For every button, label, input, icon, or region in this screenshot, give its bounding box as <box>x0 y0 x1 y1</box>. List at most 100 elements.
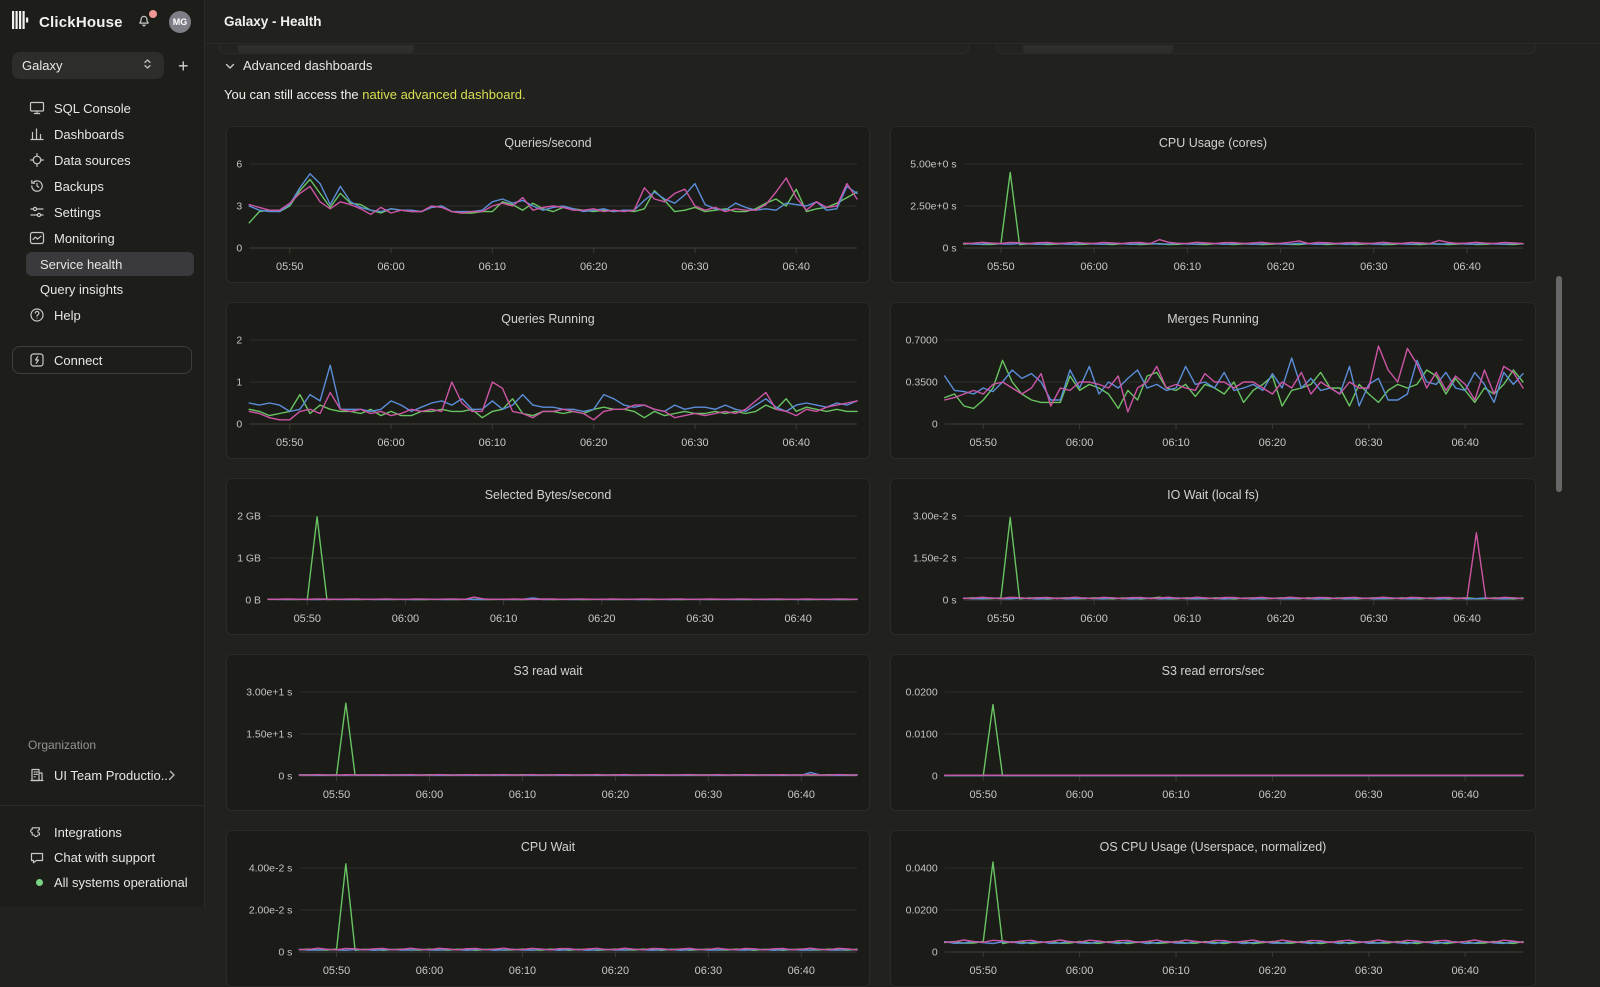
sidebar-item-sql-console[interactable]: SQL Console <box>0 95 204 121</box>
y-tick-label: 0.0200 <box>906 687 938 698</box>
x-tick-label: 06:10 <box>509 789 536 801</box>
x-tick-label: 06:30 <box>1360 613 1387 625</box>
y-tick-label: 2 <box>236 335 242 346</box>
avatar[interactable]: MG <box>169 11 191 33</box>
chart-card-cpu-usage-cores: CPU Usage (cores)0 s2.50e+0 s5.00e+0 s05… <box>890 126 1536 283</box>
series-line-magenta <box>299 775 857 776</box>
sidebar-item-label: Query insights <box>40 282 123 297</box>
data-source-icon <box>29 152 45 168</box>
native-advanced-dashboard-link[interactable]: native advanced dashboard. <box>362 87 525 102</box>
x-tick-label: 06:10 <box>479 261 506 273</box>
chart-plot-io-wait-local-fs[interactable]: IO Wait (local fs)0 s1.50e-2 s3.00e-2 s0… <box>891 479 1535 635</box>
chart-title: CPU Wait <box>521 840 576 854</box>
chart-card-queries-second: Queries/second03605:5006:0006:1006:2006:… <box>226 126 870 283</box>
chart-card-s3-read-wait: S3 read wait0 s1.50e+1 s3.00e+1 s05:5006… <box>226 654 870 811</box>
x-tick-label: 06:20 <box>602 965 629 977</box>
x-tick-label: 06:00 <box>1066 437 1093 449</box>
x-tick-label: 06:00 <box>392 613 419 625</box>
chart-plot-os-cpu-usage-userspace-normalized[interactable]: OS CPU Usage (Userspace, normalized)00.0… <box>891 831 1535 987</box>
sidebar-item-data-sources[interactable]: Data sources <box>0 147 204 173</box>
chart-title: Queries/second <box>504 136 591 150</box>
x-tick-label: 05:50 <box>323 789 350 801</box>
connect-button[interactable]: Connect <box>12 346 192 374</box>
sidebar-item-label: Chat with support <box>54 850 155 865</box>
advanced-dashboard-notice: You can still access the native advanced… <box>224 87 1600 102</box>
y-tick-label: 2 GB <box>237 511 261 522</box>
x-tick-label: 06:00 <box>1080 613 1107 625</box>
x-tick-label: 06:20 <box>1267 261 1294 273</box>
y-tick-label: 0 <box>932 771 938 782</box>
y-tick-label: 0 <box>236 243 242 254</box>
section-title: Advanced dashboards <box>243 58 372 73</box>
sidebar-item-monitoring[interactable]: Monitoring <box>0 225 204 251</box>
sidebar-bottom: Organization UI Team Productio... Integr… <box>0 738 204 907</box>
sidebar-item-dashboards[interactable]: Dashboards <box>0 121 204 147</box>
sidebar-item-chat-support[interactable]: Chat with support <box>0 845 204 870</box>
add-service-button[interactable]: + <box>178 57 189 75</box>
y-tick-label: 3 <box>236 201 242 212</box>
x-tick-label: 06:30 <box>695 965 722 977</box>
organization-switcher[interactable]: UI Team Productio... <box>0 763 204 787</box>
x-tick-label: 06:00 <box>377 261 404 273</box>
status-label: All systems operational <box>54 875 188 890</box>
x-tick-label: 06:00 <box>416 965 443 977</box>
sidebar-item-query-insights[interactable]: Query insights <box>26 277 194 301</box>
chart-plot-s3-read-wait[interactable]: S3 read wait0 s1.50e+1 s3.00e+1 s05:5006… <box>227 655 869 811</box>
x-tick-label: 05:50 <box>970 789 997 801</box>
x-tick-label: 06:20 <box>1259 437 1286 449</box>
main-content: Galaxy - Health Advanced dashboards You … <box>205 0 1600 907</box>
sidebar-item-label: Settings <box>54 205 101 220</box>
y-tick-label: 0.0100 <box>906 729 938 740</box>
x-tick-label: 05:50 <box>323 965 350 977</box>
x-tick-label: 05:50 <box>970 437 997 449</box>
chart-plot-queries-second[interactable]: Queries/second03605:5006:0006:1006:2006:… <box>227 127 869 283</box>
chart-plot-selected-bytes-second[interactable]: Selected Bytes/second0 B1 GB2 GB05:5006:… <box>227 479 869 635</box>
x-tick-label: 06:20 <box>1259 965 1286 977</box>
sidebar-item-settings[interactable]: Settings <box>0 199 204 225</box>
x-tick-label: 06:20 <box>588 613 615 625</box>
scrolled-card-remnant-right <box>996 45 1536 54</box>
page-title: Galaxy - Health <box>224 14 322 29</box>
sidebar-item-label: Service health <box>40 257 122 272</box>
x-tick-label: 06:40 <box>1451 437 1478 449</box>
chart-card-io-wait-local-fs: IO Wait (local fs)0 s1.50e-2 s3.00e-2 s0… <box>890 478 1536 635</box>
x-tick-label: 06:30 <box>695 789 722 801</box>
monitoring-icon <box>29 230 45 246</box>
sidebar-item-service-health[interactable]: Service health <box>26 252 194 276</box>
connect-icon <box>29 352 45 368</box>
sidebar: ClickHouse MG Galaxy + SQL Console <box>0 0 205 907</box>
notifications-bell-icon[interactable] <box>136 13 154 31</box>
x-tick-label: 06:30 <box>1355 789 1382 801</box>
series-line-magenta <box>964 533 1523 599</box>
x-tick-label: 06:40 <box>1453 613 1480 625</box>
x-tick-label: 06:10 <box>479 437 506 449</box>
organization-section-label: Organization <box>0 738 204 752</box>
series-line-green <box>299 864 857 951</box>
chart-card-merges-running: Merges Running00.35000.700005:5006:0006:… <box>890 302 1536 459</box>
sidebar-item-integrations[interactable]: Integrations <box>0 820 204 845</box>
x-tick-label: 06:10 <box>1174 613 1201 625</box>
chart-plot-cpu-wait[interactable]: CPU Wait0 s2.00e-2 s4.00e-2 s05:5006:000… <box>227 831 869 987</box>
y-tick-label: 0.3500 <box>906 377 938 388</box>
chart-plot-s3-read-errors-sec[interactable]: S3 read errors/sec00.01000.020005:5006:0… <box>891 655 1535 811</box>
y-tick-label: 1 <box>236 377 242 388</box>
service-selector[interactable]: Galaxy <box>12 52 164 79</box>
sidebar-item-backups[interactable]: Backups <box>0 173 204 199</box>
y-tick-label: 1.50e-2 s <box>913 553 957 564</box>
y-tick-label: 2.00e-2 s <box>249 905 293 916</box>
chart-plot-queries-running[interactable]: Queries Running01205:5006:0006:1006:2006… <box>227 303 869 459</box>
x-tick-label: 06:40 <box>788 965 815 977</box>
connect-label: Connect <box>54 353 102 368</box>
x-tick-label: 06:00 <box>1066 965 1093 977</box>
x-tick-label: 06:10 <box>490 613 517 625</box>
chart-plot-cpu-usage-cores[interactable]: CPU Usage (cores)0 s2.50e+0 s5.00e+0 s05… <box>891 127 1535 283</box>
vertical-scrollbar-thumb[interactable] <box>1556 276 1562 492</box>
chart-plot-merges-running[interactable]: Merges Running00.35000.700005:5006:0006:… <box>891 303 1535 459</box>
y-tick-label: 0 s <box>278 947 292 958</box>
chart-card-cpu-wait: CPU Wait0 s2.00e-2 s4.00e-2 s05:5006:000… <box>226 830 870 987</box>
x-tick-label: 06:20 <box>1259 789 1286 801</box>
system-status[interactable]: All systems operational <box>0 870 204 895</box>
y-tick-label: 0 s <box>943 243 957 254</box>
advanced-dashboards-section[interactable]: Advanced dashboards <box>224 58 1600 73</box>
sidebar-item-help[interactable]: Help <box>0 302 204 328</box>
